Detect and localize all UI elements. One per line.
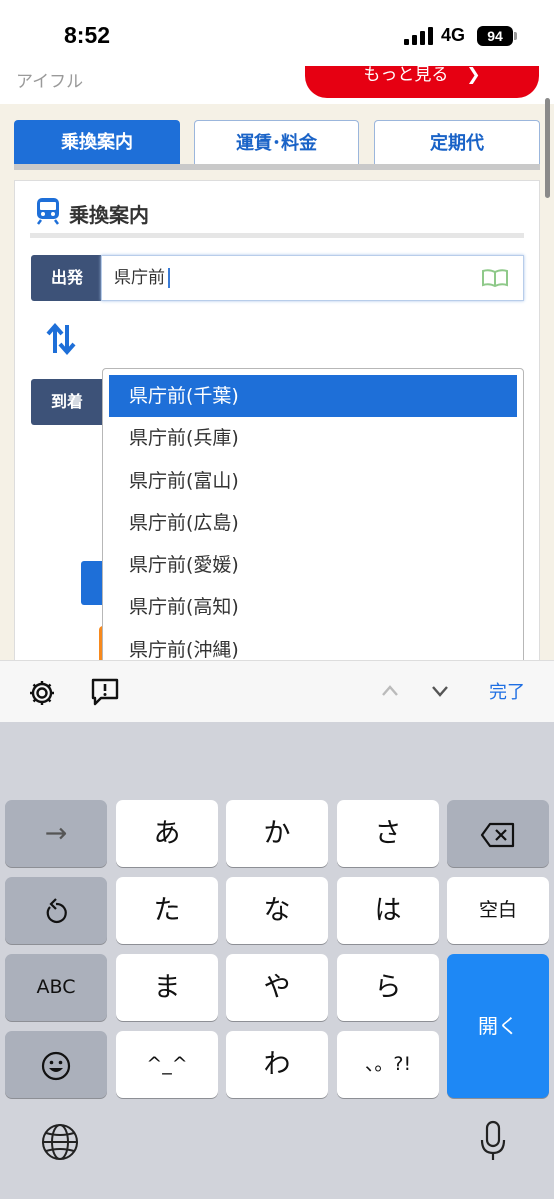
abc-key[interactable]: ABC <box>5 954 107 1021</box>
swap-icon[interactable] <box>45 321 77 357</box>
keyboard: → あ か さ た な は 空白 ABC ま や ら 開く ^_^ わ 、。?! <box>0 722 554 1199</box>
delete-icon <box>480 822 515 847</box>
battery-tip <box>514 32 517 40</box>
suggestion-item[interactable]: 県庁前(広島) <box>109 502 517 544</box>
divider <box>30 233 524 238</box>
autocomplete-dropdown: 県庁前(千葉) 県庁前(兵庫) 県庁前(富山) 県庁前(広島) 県庁前(愛媛) … <box>102 368 524 660</box>
space-key[interactable]: 空白 <box>447 877 549 944</box>
book-icon[interactable] <box>481 268 509 288</box>
key-punctuation[interactable]: 、。?! <box>337 1031 439 1098</box>
tab-commuter-pass[interactable]: 定期代 <box>374 120 540 165</box>
feedback-icon[interactable] <box>90 677 120 707</box>
key-ta[interactable]: た <box>116 877 218 944</box>
suggestion-item[interactable]: 県庁前(千葉) <box>109 375 517 418</box>
suggestion-item[interactable]: 県庁前(富山) <box>109 460 517 502</box>
chevron-right-icon: ❯ <box>466 66 481 85</box>
train-icon <box>37 198 59 225</box>
key-ka[interactable]: か <box>226 800 328 867</box>
undo-key[interactable] <box>5 877 107 944</box>
tab-underline <box>14 164 540 170</box>
ad-banner[interactable]: アイフル もっと見る ❯ <box>0 66 554 104</box>
gear-icon[interactable] <box>27 678 57 708</box>
key-wa[interactable]: わ <box>226 1031 328 1098</box>
key-sa[interactable]: さ <box>337 800 439 867</box>
suggestion-item[interactable]: 県庁前(愛媛) <box>109 544 517 586</box>
more-button-label: もっと見る <box>363 66 449 85</box>
keyboard-accessory-bar: 完了 <box>0 660 554 722</box>
ad-text: アイフル <box>16 72 84 92</box>
suggestion-item[interactable]: 県庁前(高知) <box>109 586 517 628</box>
status-time: 8:52 <box>64 22 111 48</box>
key-na[interactable]: な <box>226 877 328 944</box>
web-page: アイフル もっと見る ❯ 乗換案内 運賃･料金 定期代 乗換案内 出発 県庁前 <box>0 66 554 660</box>
suggestion-item[interactable]: 県庁前(兵庫) <box>109 417 517 459</box>
options-button-edge[interactable] <box>81 561 103 605</box>
chevron-down-icon[interactable] <box>430 681 450 701</box>
key-arrow-right[interactable]: → <box>5 800 107 867</box>
panel-title: 乗換案内 <box>69 203 149 227</box>
departure-input[interactable]: 県庁前 <box>101 255 524 301</box>
page-scrollbar[interactable] <box>545 98 550 198</box>
battery-icon: 94 <box>477 26 513 46</box>
done-button[interactable]: 完了 <box>489 678 525 704</box>
signal-icon <box>404 27 434 45</box>
globe-icon[interactable] <box>40 1122 80 1162</box>
tab-fare[interactable]: 運賃･料金 <box>194 120 359 165</box>
key-ma[interactable]: ま <box>116 954 218 1021</box>
network-type: 4G <box>441 25 466 45</box>
microphone-icon[interactable] <box>480 1120 506 1162</box>
key-ya[interactable]: や <box>226 954 328 1021</box>
key-ha[interactable]: は <box>337 877 439 944</box>
key-a[interactable]: あ <box>116 800 218 867</box>
key-kaomoji[interactable]: ^_^ <box>116 1031 218 1098</box>
departure-label: 出発 <box>31 255 103 301</box>
arrival-label: 到着 <box>31 379 103 425</box>
undo-icon <box>46 897 67 923</box>
emoji-key[interactable] <box>5 1031 107 1098</box>
open-key[interactable]: 開く <box>447 954 549 1098</box>
key-ra[interactable]: ら <box>337 954 439 1021</box>
tab-transfer[interactable]: 乗換案内 <box>14 120 180 165</box>
delete-key[interactable] <box>447 800 549 867</box>
more-button[interactable]: もっと見る ❯ <box>305 66 539 98</box>
text-caret <box>168 268 170 288</box>
status-bar: 8:52 4G 94 <box>0 0 554 66</box>
emoji-icon <box>41 1051 71 1080</box>
suggestion-item[interactable]: 県庁前(沖縄) <box>109 629 517 660</box>
departure-input-value: 県庁前 <box>114 268 165 288</box>
chevron-up-icon[interactable] <box>380 681 400 701</box>
